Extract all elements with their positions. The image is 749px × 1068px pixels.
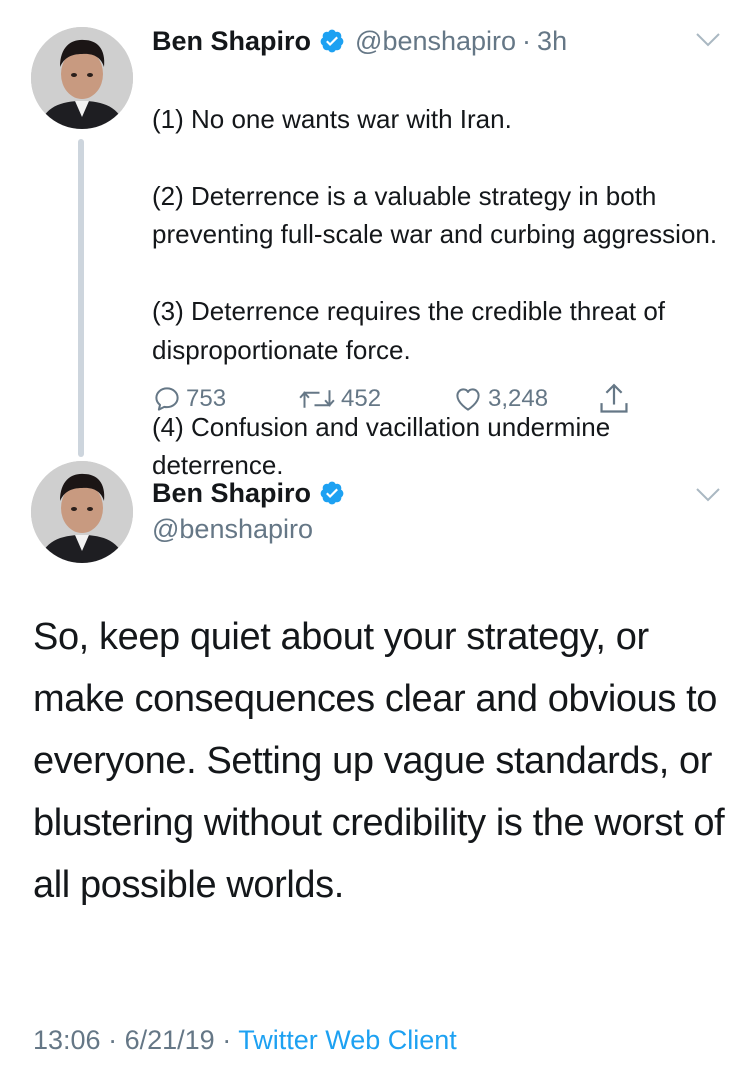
reply-count: 753 <box>186 385 227 412</box>
tweet-header: Ben Shapiro <box>152 476 355 510</box>
client-link[interactable]: Twitter Web Client <box>238 1025 457 1055</box>
share-icon <box>600 383 628 413</box>
verified-badge-icon <box>319 480 345 506</box>
chevron-down-icon[interactable] <box>695 486 721 504</box>
avatar[interactable] <box>31 27 133 129</box>
avatar[interactable] <box>31 461 133 563</box>
display-name[interactable]: Ben Shapiro <box>152 24 311 58</box>
separator-dot: · <box>108 1025 118 1055</box>
share-button[interactable] <box>597 381 631 417</box>
display-name[interactable]: Ben Shapiro <box>152 476 311 510</box>
tweet-actions: 753 452 3,248 <box>152 381 652 417</box>
tweet-line: (2) Deterrence is a valuable strategy in… <box>152 180 718 250</box>
avatar-photo <box>31 27 133 129</box>
heart-icon <box>456 388 480 411</box>
tweet-metadata: 13:06 · 6/21/19 · Twitter Web Client <box>33 1022 457 1058</box>
handle[interactable]: @benshapiro <box>152 512 313 546</box>
chevron-down-icon[interactable] <box>695 31 721 49</box>
tweet-line: (4) Confusion and vacillation undermine … <box>152 411 611 481</box>
thread-connector-line <box>78 139 84 457</box>
tweet-text: (1) No one wants war with Iran. (2) Dete… <box>152 61 732 523</box>
reply-icon <box>155 387 179 411</box>
timestamp[interactable]: 3h <box>537 24 567 58</box>
verified-badge-icon <box>319 28 345 54</box>
retweet-count: 452 <box>341 385 382 412</box>
tweet-line: (3) Deterrence requires the credible thr… <box>152 296 666 365</box>
avatar-photo <box>31 461 133 563</box>
tweet-line: (1) No one wants war with Iran. <box>152 103 512 134</box>
separator-dot: · <box>222 1025 232 1055</box>
tweet-date[interactable]: 6/21/19 <box>125 1025 215 1055</box>
like-count: 3,248 <box>488 385 549 412</box>
reply-button[interactable]: 753 <box>152 381 226 417</box>
tweet-text: So, keep quiet about your strategy, or m… <box>33 616 725 906</box>
retweet-icon <box>299 390 335 408</box>
tweet-header: Ben Shapiro @benshapiro · 3h <box>152 24 567 58</box>
handle[interactable]: @benshapiro <box>355 24 516 58</box>
tweet-time[interactable]: 13:06 <box>33 1025 101 1055</box>
separator-dot: · <box>522 26 532 56</box>
like-button[interactable]: 3,248 <box>452 381 548 417</box>
retweet-button[interactable]: 452 <box>297 381 381 417</box>
